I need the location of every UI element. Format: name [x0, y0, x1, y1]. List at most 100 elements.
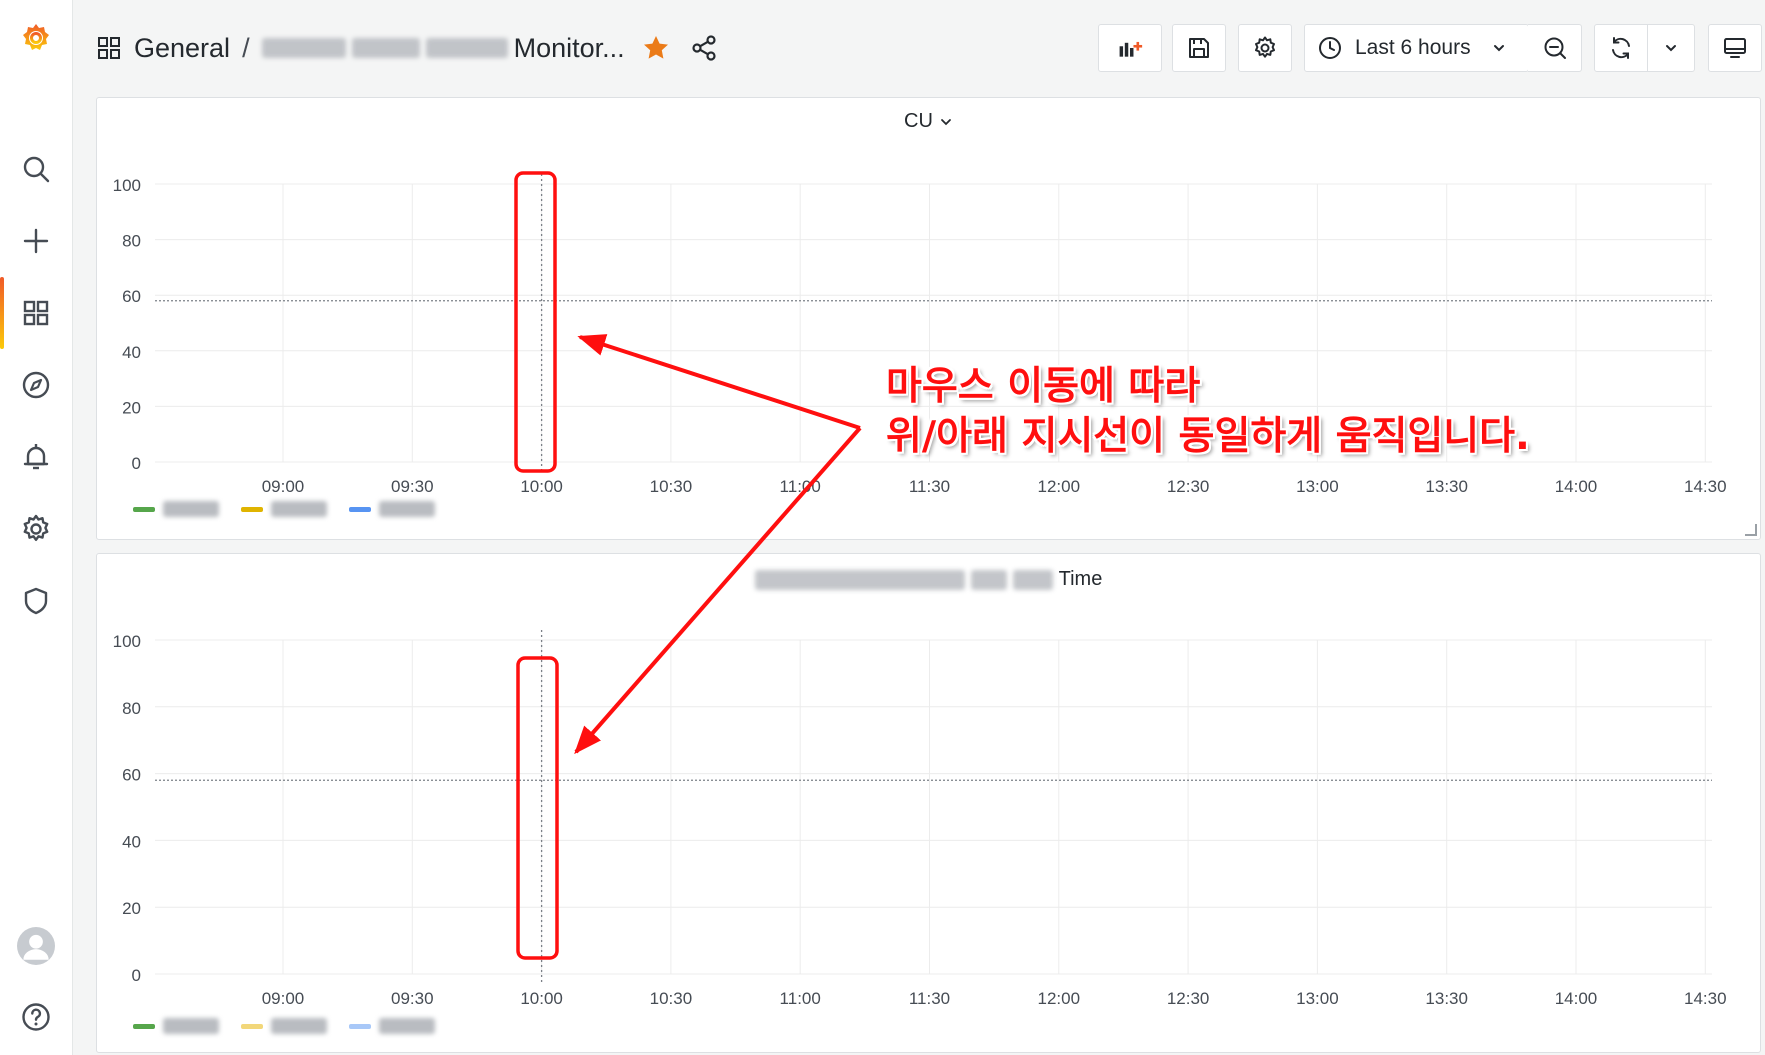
settings-icon[interactable] [0, 501, 72, 557]
dashboard-title-redacted [261, 38, 514, 58]
refresh-icon [1612, 37, 1630, 59]
shield-icon[interactable] [0, 573, 72, 629]
chart-canvas[interactable]: 100 80 60 40 20 0 09:00 09:30 10:00 10:30 11:00 11:… [97, 554, 1762, 1054]
star-icon[interactable] [641, 33, 671, 63]
legend-label-redacted [379, 1018, 435, 1034]
share-icon[interactable] [689, 33, 719, 63]
x-tick-label: 11:30 [909, 989, 950, 1008]
grafana-logo-icon[interactable] [0, 10, 72, 66]
legend-item[interactable] [133, 1018, 219, 1034]
panel-time: Time 100 80 60 40 20 0 09:00 09:30 10:00 10:30 11:… [96, 553, 1761, 1053]
y-tick-label: 80 [122, 699, 141, 718]
x-tick-label: 09:30 [391, 477, 434, 496]
breadcrumb: General / Monitor... [96, 28, 719, 68]
x-tick-label: 14:00 [1555, 477, 1598, 496]
y-tick-label: 80 [122, 232, 141, 251]
clock-icon [1319, 37, 1341, 59]
x-tick-label: 12:30 [1167, 989, 1210, 1008]
x-tick-label: 11:00 [780, 477, 821, 496]
top-navbar: General / Monitor... Last 6 hours [72, 0, 1765, 98]
y-tick-label: 0 [132, 966, 141, 985]
x-tick-label: 14:30 [1684, 477, 1727, 496]
x-tick-label: 09:00 [262, 989, 305, 1008]
alerting-icon[interactable] [0, 429, 72, 485]
tv-mode-button[interactable] [1708, 24, 1762, 72]
x-tick-label: 13:30 [1425, 477, 1468, 496]
x-tick-label: 10:30 [650, 477, 693, 496]
breadcrumb-separator: / [242, 32, 250, 63]
x-tick-label: 13:30 [1425, 989, 1468, 1008]
annotation-line-1: 마우스 이동에 따라 [886, 364, 1201, 409]
plus-icon[interactable] [0, 213, 72, 269]
panel-cu: CU 100 80 60 40 20 0 09:00 09:30 10:00 10:30 11:00… [96, 97, 1761, 540]
legend [133, 1018, 457, 1034]
annotation-line-2: 위/아래 지시선이 동일하게 움직입니다. [886, 414, 1530, 459]
x-tick-label: 11:00 [780, 989, 821, 1008]
sidebar [0, 0, 73, 1055]
save-icon [1189, 38, 1209, 58]
legend-swatch [349, 506, 371, 512]
y-tick-label: 60 [122, 766, 141, 785]
legend-item[interactable] [241, 501, 327, 517]
monitor-icon [1724, 38, 1746, 58]
x-tick-label: 14:30 [1684, 989, 1727, 1008]
save-dashboard-button[interactable] [1172, 24, 1226, 72]
y-tick-label: 0 [132, 454, 141, 473]
legend-swatch [133, 1023, 155, 1029]
dashboard-grid-icon [98, 37, 120, 59]
x-tick-label: 10:00 [520, 989, 563, 1008]
y-tick-label: 60 [122, 287, 141, 306]
x-tick-label: 11:30 [909, 477, 950, 496]
legend-swatch [133, 506, 155, 512]
legend-item[interactable] [133, 501, 219, 517]
add-panel-icon [1119, 41, 1143, 57]
legend-swatch [241, 1023, 263, 1029]
y-tick-label: 20 [122, 398, 141, 417]
legend-swatch [241, 506, 263, 512]
y-tick-label: 40 [122, 832, 141, 851]
chevron-down-icon [1493, 45, 1504, 52]
avatar[interactable] [0, 918, 72, 974]
legend-item[interactable] [349, 1018, 435, 1034]
annotation-text: 마우스 이동에 따라 위/아래 지시선이 동일하게 움직입니다. [886, 362, 1530, 462]
time-range-label: Last 6 hours [1355, 36, 1471, 59]
x-tick-label: 10:30 [650, 989, 693, 1008]
y-tick-label: 20 [122, 899, 141, 918]
help-icon[interactable] [0, 989, 72, 1045]
y-tick-label: 40 [122, 343, 141, 362]
legend-item[interactable] [349, 501, 435, 517]
x-tick-label: 12:30 [1167, 477, 1210, 496]
x-tick-label: 10:00 [520, 477, 563, 496]
x-tick-label: 12:00 [1038, 989, 1081, 1008]
refresh-button[interactable] [1594, 24, 1648, 72]
dashboard-title[interactable]: Monitor... [514, 33, 625, 64]
chart-canvas[interactable]: 100 80 60 40 20 0 09:00 09:30 10:00 10:30 11:00 11:… [97, 98, 1762, 541]
legend-label-redacted [163, 501, 219, 517]
legend-label-redacted [379, 501, 435, 517]
search-icon[interactable] [0, 141, 72, 197]
zoom-out-icon [1544, 37, 1566, 59]
breadcrumb-folder[interactable]: General [134, 33, 230, 64]
x-tick-label: 09:30 [391, 989, 434, 1008]
chevron-down-icon [1666, 45, 1676, 52]
legend [133, 501, 457, 517]
grafana-logo-icon [23, 24, 49, 50]
add-panel-button[interactable] [1098, 24, 1162, 72]
x-tick-label: 14:00 [1555, 989, 1598, 1008]
dashboard-settings-button[interactable] [1238, 24, 1292, 72]
y-tick-label: 100 [113, 632, 141, 651]
refresh-interval-dropdown[interactable] [1647, 24, 1695, 72]
zoom-out-button[interactable] [1528, 24, 1582, 72]
x-tick-label: 13:00 [1296, 477, 1339, 496]
time-range-picker[interactable]: Last 6 hours [1304, 24, 1529, 72]
legend-label-redacted [271, 1018, 327, 1034]
legend-swatch [349, 1023, 371, 1029]
x-tick-label: 13:00 [1296, 989, 1339, 1008]
y-tick-label: 100 [113, 176, 141, 195]
explore-icon[interactable] [0, 357, 72, 413]
dashboards-icon[interactable] [0, 285, 72, 341]
legend-label-redacted [271, 501, 327, 517]
x-tick-label: 09:00 [262, 477, 305, 496]
panel-resize-handle[interactable] [1745, 524, 1757, 536]
legend-item[interactable] [241, 1018, 327, 1034]
